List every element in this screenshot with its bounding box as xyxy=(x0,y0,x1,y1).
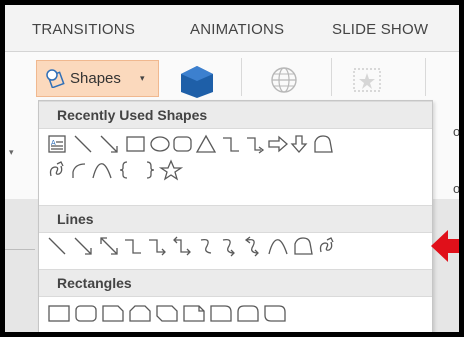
ribbon-cut-label: o xyxy=(453,124,461,139)
freeform-shape[interactable] xyxy=(314,135,333,153)
section-title: Lines xyxy=(57,211,94,227)
snip-corner-rectangle-shape[interactable] xyxy=(102,305,124,322)
section-header: Recently Used Shapes xyxy=(39,101,432,129)
down-arrow-shape[interactable] xyxy=(290,135,308,153)
curved-connector-shape[interactable] xyxy=(200,238,212,254)
arrow-line-shape[interactable] xyxy=(100,135,118,153)
elbow-arrow-connector-shape[interactable] xyxy=(149,239,166,256)
curved-double-arrow-connector-shape[interactable] xyxy=(244,236,259,257)
scribble-shape[interactable] xyxy=(319,237,334,253)
ribbon-divider xyxy=(425,58,426,96)
shapes-button[interactable]: Shapes ▾ xyxy=(36,60,159,97)
line-shape[interactable] xyxy=(48,237,66,255)
cube-icon[interactable] xyxy=(177,62,217,103)
elbow-connector-shape[interactable] xyxy=(125,239,141,254)
round-single-corner-rectangle-shape[interactable] xyxy=(210,305,232,322)
section-header: Rectangles xyxy=(39,269,432,297)
shapes-button-label: Shapes xyxy=(70,70,121,87)
chevron-down-icon: ▾ xyxy=(140,73,145,83)
picture-star-icon[interactable] xyxy=(351,66,383,99)
right-arrow-shape[interactable] xyxy=(268,135,288,153)
tab-animations[interactable]: ANIMATIONS xyxy=(190,21,284,38)
ribbon-divider xyxy=(241,58,242,96)
online-pictures-icon[interactable] xyxy=(267,66,301,99)
elbow-double-arrow-connector-shape[interactable] xyxy=(173,236,191,256)
shapes-icon xyxy=(45,68,67,93)
rounded-rectangle-shape[interactable] xyxy=(75,305,97,322)
elbow-arrow-connector-shape[interactable] xyxy=(247,137,265,154)
tab-transitions[interactable]: TRANSITIONS xyxy=(32,21,135,38)
round-diagonal-rectangle-shape[interactable] xyxy=(264,305,286,322)
recent-shapes-row xyxy=(47,158,247,184)
arrow-line-shape[interactable] xyxy=(74,237,92,255)
arc-shape[interactable] xyxy=(72,163,86,178)
snip-diagonal-rectangle-shape[interactable] xyxy=(156,305,178,322)
divider xyxy=(5,249,35,250)
section-title: Recently Used Shapes xyxy=(57,107,208,123)
right-brace-shape[interactable] xyxy=(146,161,155,179)
rounded-rectangle-shape[interactable] xyxy=(173,136,192,152)
text-box-shape[interactable]: A xyxy=(48,135,66,153)
rectangle-shape[interactable] xyxy=(48,305,70,322)
scribble-shape[interactable] xyxy=(49,161,64,177)
chevron-down-icon[interactable]: ▾ xyxy=(9,147,14,158)
rectangles-shapes-row xyxy=(47,302,347,328)
section-title: Rectangles xyxy=(57,275,132,291)
ribbon-divider xyxy=(331,58,332,96)
elbow-connector-shape[interactable] xyxy=(223,137,239,152)
triangle-shape[interactable] xyxy=(195,134,217,153)
curved-arrow-connector-shape[interactable] xyxy=(222,238,235,257)
tab-slide-show[interactable]: SLIDE SHOW xyxy=(332,21,428,38)
double-arrow-line-shape[interactable] xyxy=(100,237,118,255)
rectangle-shape[interactable] xyxy=(126,136,145,152)
snip-round-rectangle-shape[interactable] xyxy=(183,305,205,322)
red-arrow-icon xyxy=(431,227,459,270)
snip-same-side-rectangle-shape[interactable] xyxy=(129,305,151,322)
curve-shape[interactable] xyxy=(268,239,288,255)
powerpoint-window: TRANSITIONS ANIMATIONS SLIDE SHOW Shapes… xyxy=(0,0,464,337)
left-brace-shape[interactable] xyxy=(119,161,128,179)
recent-shapes-row: A xyxy=(47,132,427,158)
curve-shape[interactable] xyxy=(92,163,112,179)
ribbon-cut-label: o xyxy=(453,181,461,196)
freeform-shape[interactable] xyxy=(294,237,313,255)
section-header: Lines xyxy=(39,205,432,233)
star-shape[interactable] xyxy=(158,159,184,181)
round-same-side-rectangle-shape[interactable] xyxy=(237,305,259,322)
oval-shape[interactable] xyxy=(150,136,170,152)
ribbon-tab-bar: TRANSITIONS ANIMATIONS SLIDE SHOW xyxy=(5,5,459,52)
shapes-gallery: Recently Used Shapes A Lines Rectangles xyxy=(38,100,433,332)
line-shape[interactable] xyxy=(74,135,92,153)
lines-shapes-row xyxy=(47,234,431,260)
